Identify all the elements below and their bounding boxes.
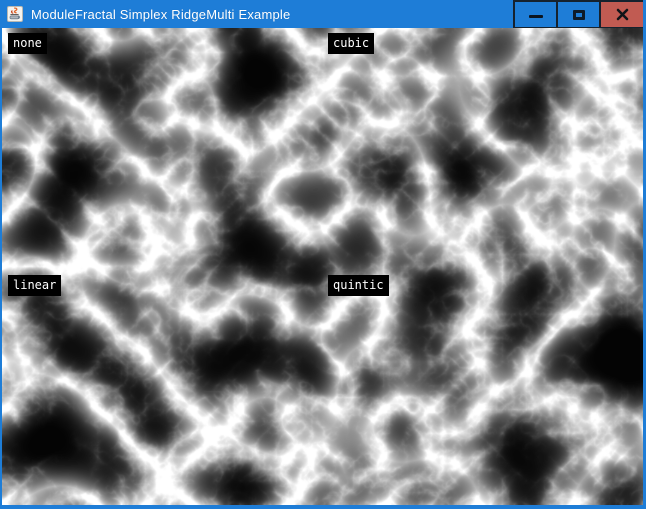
interp-label-none: none (8, 33, 47, 54)
interp-label-cubic: cubic (328, 33, 374, 54)
maximize-icon (573, 10, 585, 20)
close-button[interactable] (599, 2, 643, 27)
noise-canvas (2, 28, 643, 505)
minimize-button[interactable] (513, 2, 556, 27)
close-icon (616, 8, 629, 21)
maximize-button[interactable] (556, 2, 599, 27)
interp-label-quintic: quintic (328, 275, 389, 296)
window-controls (513, 0, 643, 28)
window-title: ModuleFractal Simplex RidgeMulti Example (31, 7, 290, 22)
interp-label-linear: linear (8, 275, 61, 296)
app-window: ModuleFractal Simplex RidgeMulti Example… (0, 0, 646, 509)
noise-content-area: none cubic linear quintic (2, 28, 643, 505)
minimize-icon (529, 15, 543, 18)
java-application-icon[interactable] (7, 6, 23, 22)
